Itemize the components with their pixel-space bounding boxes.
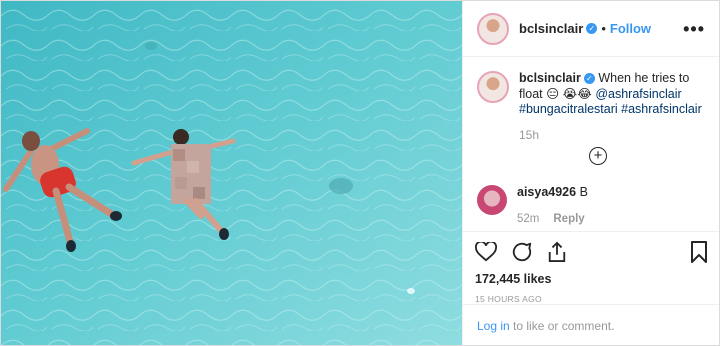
comment-time[interactable]: 52m [517,213,539,225]
caption-time[interactable]: 15h [519,128,704,144]
caption-emojis: 😭😂 [562,86,592,101]
login-link[interactable]: Log in [477,319,510,333]
comment-body: aisya4926 B 52m Reply [517,185,588,225]
caption-mention[interactable]: @ashrafsinclair [595,87,681,101]
comment-item: aisya4926 B 52m Reply [477,185,588,225]
caption-username[interactable]: bclsinclair [519,71,581,85]
login-prompt: Log in to like or comment. [463,304,719,345]
post-timestamp[interactable]: 15 HOURS AGO [475,294,707,304]
load-more-comments-icon[interactable]: + [589,147,607,165]
author-username[interactable]: bclsinclair [519,21,583,36]
post-actions: 172,445 likes 15 HOURS AGO [463,231,719,304]
like-heart-icon[interactable] [475,242,497,262]
comment-text: B [579,185,588,199]
action-icons [475,240,707,264]
caption-text: bclsinclair ✓ When he tries to float 😑 😭😂… [519,71,704,143]
post-photo[interactable] [1,1,462,345]
comment-meta: 52m Reply [517,213,588,225]
likes-count[interactable]: 172,445 likes [475,272,707,286]
author-avatar[interactable] [477,12,509,45]
bookmark-save-icon[interactable] [691,241,707,263]
caption: bclsinclair ✓ When he tries to float 😑 😭😂… [477,71,704,143]
separator-dot: • [601,21,606,36]
login-prompt-text: to like or comment. [509,319,615,333]
share-icon[interactable] [547,241,567,263]
comment-bubble-icon[interactable] [511,241,533,263]
verified-badge-icon: ✓ [583,73,595,84]
commenter-username[interactable]: aisya4926 [517,185,576,199]
pool-photo-illustration [1,1,462,345]
post-header: bclsinclair ✓ • Follow ••• [463,1,719,57]
reply-button[interactable]: Reply [553,213,584,225]
verified-badge-icon: ✓ [586,23,598,34]
caption-hashtag[interactable]: #bungacitralestari [519,102,618,116]
commenter-avatar[interactable] [477,185,507,215]
more-options-icon[interactable]: ••• [683,20,705,38]
caption-avatar[interactable] [477,71,509,103]
follow-button[interactable]: Follow [610,21,651,36]
post-sidebar: bclsinclair ✓ • Follow ••• bclsinclair ✓ … [462,1,719,345]
instagram-post: bclsinclair ✓ • Follow ••• bclsinclair ✓ … [0,0,720,346]
caption-hashtag[interactable]: #ashrafsinclair [621,102,702,116]
comments-section: bclsinclair ✓ When he tries to float 😑 😭😂… [463,57,719,231]
